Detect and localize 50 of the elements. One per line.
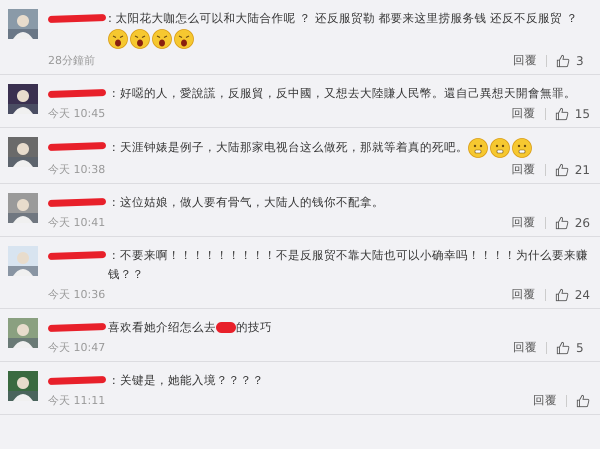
comment-text: 喜欢看她介绍怎么去 bbox=[108, 320, 216, 334]
like-count: 3 bbox=[576, 54, 585, 68]
comment-text: ：这位姑娘，做人要有骨气，大陆人的钱你不配拿。 bbox=[108, 195, 384, 209]
thumbs-up-icon[interactable] bbox=[556, 54, 570, 68]
redaction-mark bbox=[48, 142, 106, 151]
reply-link[interactable]: 回覆 bbox=[513, 340, 537, 355]
like-count: 5 bbox=[576, 340, 585, 354]
reply-link[interactable]: 回覆 bbox=[512, 287, 536, 302]
comment-text: 的技巧 bbox=[236, 320, 272, 334]
timestamp: 今天 11:11 bbox=[48, 393, 106, 408]
timestamp: 今天 10:47 bbox=[48, 340, 106, 355]
redaction-mark bbox=[48, 251, 106, 260]
like-count: 24 bbox=[574, 288, 590, 302]
timestamp: 28分鐘前 bbox=[48, 53, 95, 68]
reply-link[interactable]: 回覆 bbox=[533, 393, 557, 408]
like-count: 26 bbox=[574, 216, 590, 230]
shouting-face-icon bbox=[130, 29, 150, 49]
shouting-face-icon bbox=[152, 29, 172, 49]
shouting-face-icon bbox=[108, 29, 128, 49]
timestamp: 今天 10:45 bbox=[48, 106, 106, 121]
shouting-face-icon bbox=[174, 29, 194, 49]
redaction-mark bbox=[48, 198, 106, 207]
timestamp: 今天 10:41 bbox=[48, 215, 106, 230]
redaction-mark bbox=[48, 323, 106, 332]
comment-text: ：关键是，她能入境？？？？ bbox=[108, 373, 264, 387]
timestamp: 今天 10:38 bbox=[48, 162, 106, 177]
thumbs-up-icon[interactable] bbox=[554, 106, 569, 120]
comment-text: ：好噁的人，愛說謊，反服貿，反中國，又想去大陸賺人民幣。還自己異想天開會無罪。 bbox=[108, 86, 576, 100]
thumbs-up-icon[interactable] bbox=[554, 288, 569, 302]
reply-link[interactable]: 回覆 bbox=[513, 53, 537, 68]
comment-text: ：不要来啊！！！！！！！！！不是反服贸不靠大陆也可以小确幸吗！！！！为什么要来赚钱？？ bbox=[108, 248, 588, 281]
redaction-mark bbox=[48, 14, 106, 23]
face-icon bbox=[490, 138, 510, 158]
redaction-mark bbox=[48, 376, 106, 385]
comment-text: ：天涯钟婊是例子，大陆那家电视台这么做死，那就等着真的死吧。 bbox=[108, 140, 468, 154]
thumbs-up-icon[interactable] bbox=[554, 162, 569, 176]
redaction-mark bbox=[216, 322, 236, 334]
reply-link[interactable]: 回覆 bbox=[512, 162, 536, 177]
comment-text: : 太阳花大咖怎么可以和大陆合作呢 ？ 还反服贸勒 都要来这里捞服务钱 还反不反服贸 ？ bbox=[108, 11, 578, 25]
like-count: 15 bbox=[574, 106, 590, 120]
timestamp: 今天 10:36 bbox=[48, 287, 106, 302]
face-icon bbox=[468, 138, 488, 158]
thumbs-up-icon[interactable] bbox=[556, 340, 570, 354]
reply-link[interactable]: 回覆 bbox=[512, 106, 536, 121]
redaction-mark bbox=[48, 89, 106, 98]
like-count: 21 bbox=[574, 162, 590, 176]
reply-link[interactable]: 回覆 bbox=[512, 215, 536, 230]
face-icon bbox=[512, 138, 532, 158]
thumbs-up-icon[interactable] bbox=[554, 216, 569, 230]
thumbs-up-icon[interactable] bbox=[576, 394, 590, 408]
